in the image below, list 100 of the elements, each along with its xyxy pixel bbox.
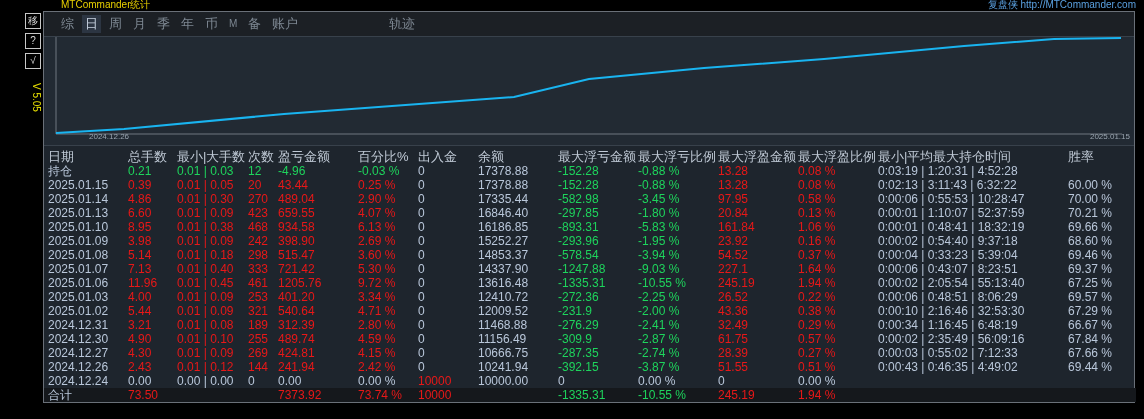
- tab[interactable]: 日: [82, 15, 101, 33]
- row-label: 2025.01.09: [48, 234, 109, 248]
- table-cell: 0.29 %: [798, 318, 836, 332]
- tab[interactable]: 备: [245, 15, 265, 33]
- table-cell: 0.38 %: [798, 304, 836, 318]
- table-cell: 0.39: [128, 178, 152, 192]
- table-cell: 17378.88: [478, 178, 529, 192]
- tab[interactable]: 周: [106, 15, 125, 33]
- table-cell: 69.37 %: [1068, 262, 1113, 276]
- table-cell: -2.74 %: [638, 346, 680, 360]
- table-cell: 0:00:03 | 0:55:02 | 7:12:33: [878, 346, 1018, 360]
- table-cell: 934.58: [278, 220, 315, 234]
- table-cell: 461: [248, 276, 269, 290]
- tab[interactable]: 账户: [269, 15, 302, 33]
- table-cell: 13.28: [718, 178, 749, 192]
- table-cell: 0: [418, 234, 425, 248]
- table-cell: -9.03 %: [638, 262, 680, 276]
- table-cell: 659.55: [278, 206, 315, 220]
- table-cell: -0.88 %: [638, 178, 680, 192]
- toolbar-button[interactable]: ?: [25, 33, 41, 49]
- column-header: 胜率: [1068, 149, 1094, 164]
- table-cell: -1247.88: [558, 262, 606, 276]
- table-cell: 73.74 %: [358, 388, 403, 402]
- table-cell: 4.86: [128, 192, 152, 206]
- tab[interactable]: 季: [154, 15, 173, 33]
- table-cell: 60.00 %: [1068, 178, 1113, 192]
- table-cell: 13.28: [718, 164, 749, 178]
- table-cell: -3.87 %: [638, 360, 680, 374]
- table-cell: 0: [418, 318, 425, 332]
- table-cell: 0.00 %: [798, 374, 836, 388]
- table-cell: 11468.88: [478, 318, 528, 332]
- toolbar-button[interactable]: √: [25, 53, 41, 69]
- table-cell: 6.13 %: [358, 220, 396, 234]
- table-cell: -5.83 %: [638, 220, 680, 234]
- table-cell: 0:00:10 | 2:16:46 | 32:53:30: [878, 304, 1025, 318]
- table-cell: -287.35: [558, 346, 599, 360]
- table-cell: 0: [418, 178, 425, 192]
- tab[interactable]: M: [226, 15, 241, 33]
- table-cell: 66.67 %: [1068, 318, 1113, 332]
- toolbar-button[interactable]: 移: [25, 13, 41, 29]
- tab[interactable]: 年: [178, 15, 197, 33]
- table-cell: -0.03 %: [358, 164, 400, 178]
- table-cell: 51.55: [718, 360, 749, 374]
- table-cell: 144: [248, 360, 269, 374]
- table-cell: 0.25 %: [358, 178, 396, 192]
- table-cell: 11.96: [128, 276, 158, 290]
- table-cell: 0.57 %: [798, 332, 836, 346]
- tab[interactable]: 轨迹: [386, 15, 419, 33]
- table-cell: 321: [248, 304, 269, 318]
- column-header: 盈亏金额: [278, 149, 330, 164]
- table-cell: 67.66 %: [1068, 346, 1113, 360]
- table-cell: 0:03:19 | 1:20:31 | 4:52:28: [878, 164, 1018, 178]
- row-label: 2025.01.13: [48, 206, 109, 220]
- table-cell: -1.95 %: [638, 234, 680, 248]
- table-cell: 2.43: [128, 360, 152, 374]
- table-cell: 0: [418, 220, 425, 234]
- column-header: 次数: [248, 149, 274, 164]
- table-cell: 0.01 | 0.38: [177, 220, 234, 234]
- table-cell: 0:00:04 | 0:33:23 | 5:39:04: [878, 248, 1018, 262]
- table-cell: 17378.88: [478, 164, 529, 178]
- table-cell: 0:00:43 | 0:46:35 | 4:49:02: [878, 360, 1018, 374]
- table-cell: 0:00:06 | 0:48:51 | 8:06:29: [878, 290, 1018, 304]
- column-header: 最小|平均最大持仓时间: [878, 149, 1012, 164]
- table-cell: 423: [248, 206, 269, 220]
- table-cell: -2.00 %: [638, 304, 680, 318]
- table-cell: 4.90: [128, 332, 152, 346]
- table-cell: 61.75: [718, 332, 749, 346]
- table-cell: 0.37 %: [798, 248, 836, 262]
- table-cell: 269: [248, 346, 269, 360]
- row-label: 2024.12.31: [48, 318, 109, 332]
- table-cell: 11156.49: [478, 332, 527, 346]
- table-cell: -3.45 %: [638, 192, 680, 206]
- table-cell: 0.01 | 0.08: [177, 318, 234, 332]
- table-cell: 13616.48: [478, 276, 529, 290]
- tab[interactable]: 币: [202, 15, 221, 33]
- tab[interactable]: 月: [130, 15, 149, 33]
- table-cell: 6.60: [128, 206, 152, 220]
- table-cell: 0.01 | 0.09: [177, 234, 234, 248]
- table-cell: 270: [248, 192, 269, 206]
- table-cell: 14337.90: [478, 262, 529, 276]
- table-cell: 7.13: [128, 262, 152, 276]
- table-cell: -582.98: [558, 192, 599, 206]
- table-cell: -10.55 %: [638, 388, 687, 402]
- row-label: 合计: [48, 388, 72, 402]
- table-cell: -272.36: [558, 290, 599, 304]
- table-cell: -276.29: [558, 318, 599, 332]
- table-cell: 0.00 %: [638, 374, 676, 388]
- table-cell: 68.60 %: [1068, 234, 1113, 248]
- table-cell: 1.94 %: [798, 276, 836, 290]
- table-cell: 0.01 | 0.03: [177, 164, 234, 178]
- table-cell: 468: [248, 220, 269, 234]
- table-cell: -4.96: [278, 164, 306, 178]
- tab[interactable]: 综: [58, 15, 77, 33]
- table-cell: 97.95: [718, 192, 749, 206]
- table-cell: 5.14: [128, 248, 152, 262]
- site-link[interactable]: 复盘侠 http://MTCommander.com: [987, 0, 1136, 11]
- table-cell: 1.94 %: [798, 388, 836, 402]
- axis-date-label: 2025.01.15: [1089, 131, 1130, 143]
- table-cell: 70.00 %: [1068, 192, 1113, 206]
- table-cell: -578.54: [558, 248, 599, 262]
